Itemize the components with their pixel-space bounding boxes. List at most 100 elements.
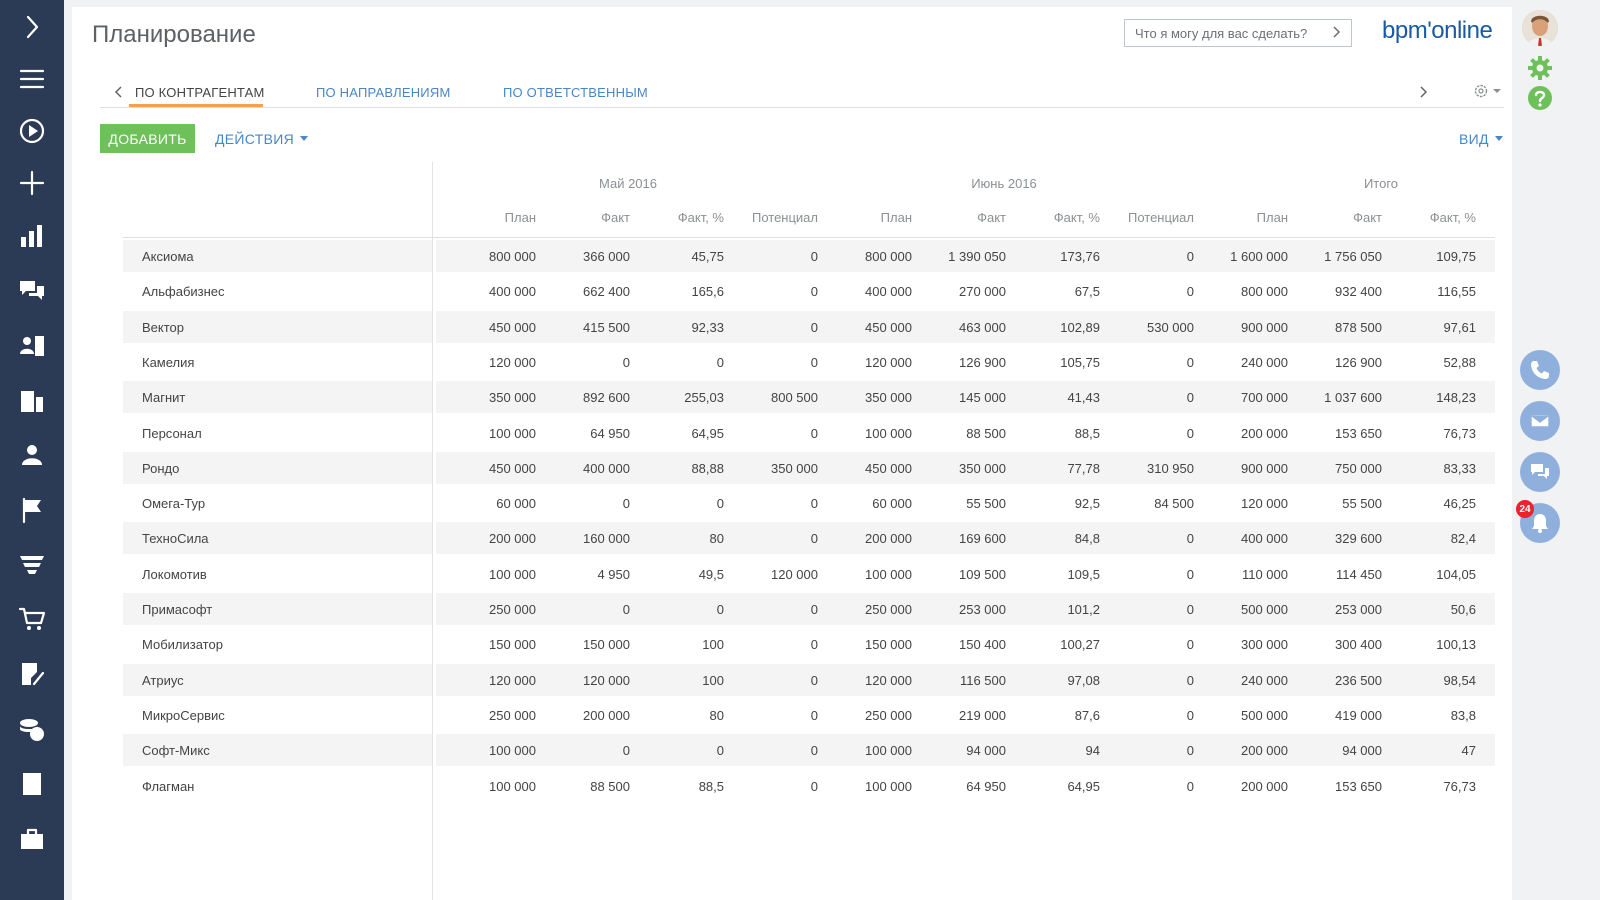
tab-by-owners[interactable]: ПО ОТВЕТСТВЕННЫМ [503, 85, 648, 100]
table-cell[interactable]: 0 [728, 779, 818, 794]
table-cell[interactable]: 892 600 [540, 390, 630, 405]
sidebar-item-processes[interactable] [0, 107, 64, 155]
table-cell[interactable]: 419 000 [1292, 708, 1382, 723]
table-row[interactable]: МикроСервис 250 000 200 000 80 0 250 000 219 0… [123, 699, 1495, 731]
table-row[interactable]: Альфабизнес 400 000 662 400 165,6 0 400 000 27… [123, 275, 1495, 307]
sidebar-item-contracts[interactable] [0, 650, 64, 698]
table-cell[interactable]: 41,43 [1010, 390, 1100, 405]
table-cell[interactable]: 94 000 [916, 743, 1006, 758]
table-cell[interactable]: 100,27 [1010, 637, 1100, 652]
table-cell[interactable]: 700 000 [1198, 390, 1288, 405]
table-cell[interactable]: 255,03 [634, 390, 724, 405]
table-cell[interactable]: 200 000 [1198, 743, 1288, 758]
table-cell[interactable]: 300 400 [1292, 637, 1382, 652]
table-cell[interactable]: 350 000 [446, 390, 536, 405]
table-cell[interactable]: 97,61 [1386, 320, 1476, 335]
table-cell[interactable]: 76,73 [1386, 426, 1476, 441]
table-cell[interactable]: 400 000 [822, 284, 912, 299]
table-cell[interactable]: 84,8 [1010, 531, 1100, 546]
table-cell[interactable]: 800 000 [1198, 284, 1288, 299]
table-cell[interactable]: 94 [1010, 743, 1100, 758]
table-cell[interactable]: 160 000 [540, 531, 630, 546]
table-cell[interactable]: 169 600 [916, 531, 1006, 546]
table-cell[interactable]: 4 950 [540, 567, 630, 582]
table-cell[interactable]: 120 000 [446, 355, 536, 370]
table-cell[interactable]: 250 000 [822, 708, 912, 723]
table-cell[interactable]: 0 [728, 708, 818, 723]
table-cell[interactable]: 662 400 [540, 284, 630, 299]
table-cell[interactable]: 800 000 [446, 249, 536, 264]
table-cell[interactable]: 200 000 [540, 708, 630, 723]
mail-button[interactable] [1520, 401, 1560, 441]
table-cell[interactable]: 350 000 [822, 390, 912, 405]
table-cell[interactable]: 0 [728, 249, 818, 264]
table-cell[interactable]: 250 000 [446, 708, 536, 723]
table-cell[interactable]: 100,13 [1386, 637, 1476, 652]
column-header[interactable]: Факт, % [1386, 210, 1476, 225]
sidebar-item-documents[interactable] [0, 760, 64, 808]
table-cell[interactable]: 109 500 [916, 567, 1006, 582]
column-header[interactable]: План [446, 210, 536, 225]
table-cell[interactable]: 900 000 [1198, 320, 1288, 335]
table-cell[interactable]: 0 [1104, 390, 1194, 405]
table-row[interactable]: Софт-Микс 100 000 0 0 0 100 000 94 000 94 0 200 0… [123, 734, 1495, 767]
table-row[interactable]: Мобилизатор 150 000 150 000 100 0 150 000 150 … [123, 628, 1495, 660]
table-cell[interactable]: 50,6 [1386, 602, 1476, 617]
table-cell[interactable]: 120 000 [822, 673, 912, 688]
table-cell[interactable]: 250 000 [446, 602, 536, 617]
table-cell[interactable]: 800 000 [822, 249, 912, 264]
table-cell[interactable]: 100 000 [822, 743, 912, 758]
table-cell[interactable]: 92,5 [1010, 496, 1100, 511]
column-header[interactable]: Факт, % [634, 210, 724, 225]
gear-icon[interactable] [1526, 54, 1554, 82]
table-cell[interactable]: 400 000 [1198, 531, 1288, 546]
table-cell[interactable]: 97,08 [1010, 673, 1100, 688]
table-cell[interactable]: 150 400 [916, 637, 1006, 652]
table-cell[interactable]: 105,75 [1010, 355, 1100, 370]
table-cell[interactable]: 109,75 [1386, 249, 1476, 264]
tab-by-accounts[interactable]: ПО КОНТРАГЕНТАМ [135, 85, 265, 100]
table-cell[interactable]: 165,6 [634, 284, 724, 299]
table-cell[interactable]: 0 [1104, 779, 1194, 794]
column-header[interactable]: Факт [916, 210, 1006, 225]
table-cell[interactable]: 55 500 [1292, 496, 1382, 511]
table-cell[interactable]: 145 000 [916, 390, 1006, 405]
table-cell[interactable]: 450 000 [822, 461, 912, 476]
tab-scroll-left-icon[interactable] [112, 85, 126, 99]
table-cell[interactable]: 80 [634, 531, 724, 546]
column-header[interactable]: Факт [540, 210, 630, 225]
table-cell[interactable]: 200 000 [446, 531, 536, 546]
table-cell[interactable]: 0 [728, 673, 818, 688]
table-cell[interactable]: 366 000 [540, 249, 630, 264]
table-cell[interactable]: 0 [540, 355, 630, 370]
table-cell[interactable]: 0 [1104, 743, 1194, 758]
table-cell[interactable]: 450 000 [446, 320, 536, 335]
table-cell[interactable]: 250 000 [822, 602, 912, 617]
table-cell[interactable]: 83,33 [1386, 461, 1476, 476]
table-cell[interactable]: 1 600 000 [1198, 249, 1288, 264]
table-cell[interactable]: 463 000 [916, 320, 1006, 335]
table-cell[interactable]: 64,95 [1010, 779, 1100, 794]
table-cell[interactable]: 0 [634, 355, 724, 370]
table-cell[interactable]: 0 [1104, 249, 1194, 264]
sidebar-item-add[interactable] [0, 159, 64, 207]
table-cell[interactable]: 0 [1104, 355, 1194, 370]
sidebar-item-activities[interactable] [0, 486, 64, 534]
table-cell[interactable]: 84 500 [1104, 496, 1194, 511]
help-icon[interactable] [1527, 85, 1553, 111]
table-row[interactable]: ТехноСила 200 000 160 000 80 0 200 000 169 600… [123, 522, 1495, 555]
sidebar-menu-button[interactable] [0, 55, 64, 103]
table-cell[interactable]: 329 600 [1292, 531, 1382, 546]
table-row[interactable]: Атриус 120 000 120 000 100 0 120 000 116 500 97… [123, 663, 1495, 696]
sidebar-toggle-button[interactable] [0, 3, 64, 51]
table-cell[interactable]: 0 [634, 602, 724, 617]
table-cell[interactable]: 116 500 [916, 673, 1006, 688]
table-cell[interactable]: 300 000 [1198, 637, 1288, 652]
table-cell[interactable]: 100 000 [822, 779, 912, 794]
table-cell[interactable]: 64,95 [634, 426, 724, 441]
table-cell[interactable]: 55 500 [916, 496, 1006, 511]
table-row[interactable]: Рондо 450 000 400 000 88,88 350 000 450 000 35… [123, 451, 1495, 484]
table-cell[interactable]: 236 500 [1292, 673, 1382, 688]
table-cell[interactable]: 200 000 [1198, 426, 1288, 441]
table-cell[interactable]: 100 000 [446, 779, 536, 794]
